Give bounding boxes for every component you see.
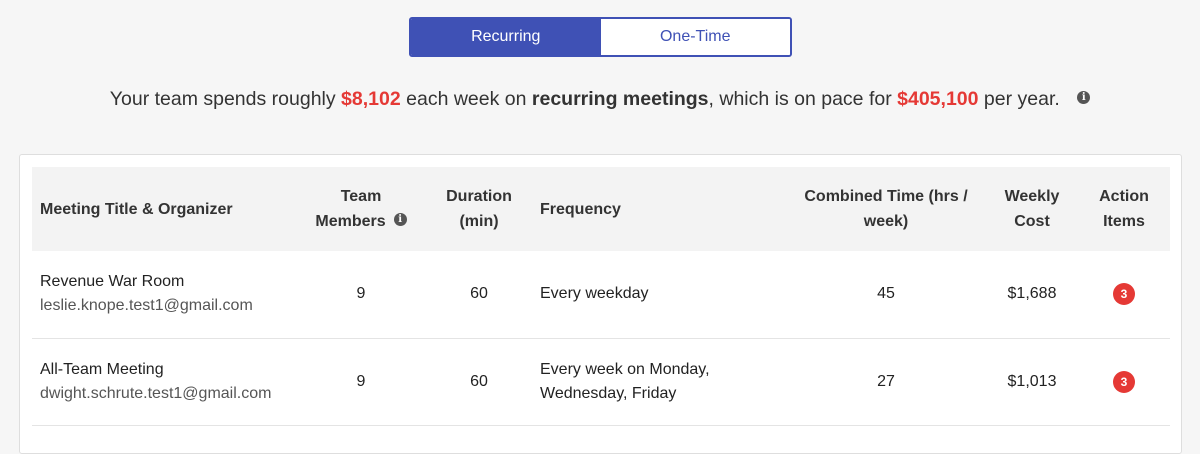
- organizer-email: dwight.schrute.test1@gmail.com: [40, 384, 272, 402]
- meetings-panel: Meeting Title & Organizer Team Members i …: [19, 154, 1182, 454]
- weekly-cost-value: $1,688: [1007, 285, 1057, 303]
- summary-middle-2: , which is on pace for: [708, 88, 892, 110]
- action-items-badge[interactable]: 3: [1113, 370, 1135, 393]
- meetings-table: Meeting Title & Organizer Team Members i …: [32, 167, 1170, 426]
- summary-suffix: per year.: [983, 88, 1060, 110]
- action-items-badge[interactable]: 3: [1113, 283, 1135, 306]
- action-items-cell: 3: [1078, 338, 1170, 425]
- header-frequency: Frequency: [540, 200, 621, 218]
- table-header-row: Meeting Title & Organizer Team Members i …: [32, 167, 1170, 251]
- meeting-title: Revenue War Room: [40, 273, 185, 291]
- weekly-cost-value: $1,013: [1007, 372, 1057, 390]
- meeting-type-toggle: Recurring One-Time: [409, 17, 792, 57]
- team-members-info-icon[interactable]: i: [393, 213, 407, 227]
- duration-value: 60: [470, 372, 488, 390]
- combined-time-value: 45: [877, 285, 895, 303]
- team-members-value: 9: [356, 372, 366, 390]
- header-duration: Duration (min): [422, 167, 536, 251]
- info-icon[interactable]: i: [1077, 91, 1091, 105]
- header-team-members-label: Team Members: [315, 188, 386, 230]
- frequency-text: Every week on Monday, Wednesday, Friday: [540, 360, 710, 402]
- meeting-title-cell: Revenue War Room leslie.knope.test1@gmai…: [32, 251, 300, 338]
- organizer-email: leslie.knope.test1@gmail.com: [40, 297, 253, 315]
- weekly-cost-total: $8,102: [341, 88, 401, 110]
- header-title-organizer: Meeting Title & Organizer: [40, 200, 233, 218]
- combined-time-value: 27: [877, 372, 895, 390]
- team-members-value: 9: [356, 285, 366, 303]
- summary-prefix: Your team spends roughly: [109, 88, 336, 110]
- meeting-title: All-Team Meeting: [40, 360, 164, 378]
- frequency-value: Every weekday: [540, 285, 649, 303]
- meeting-type-label: recurring meetings: [531, 88, 709, 110]
- action-items-cell: 3: [1078, 251, 1170, 338]
- header-weekly-cost: Weekly Cost: [986, 167, 1078, 251]
- header-combined-time-label: Combined Time (hrs / week): [804, 188, 968, 230]
- meeting-title-cell: All-Team Meeting dwight.schrute.test1@gm…: [32, 338, 300, 425]
- summary-middle: each week on: [406, 88, 527, 110]
- frequency-value: Every week on Monday, Wednesday, Friday: [536, 338, 786, 425]
- cost-summary: Your team spends roughly $8,102 each wee…: [0, 88, 1200, 111]
- header-action-items-label: Action Items: [1099, 188, 1149, 230]
- header-weekly-cost-label: Weekly Cost: [1004, 188, 1060, 230]
- yearly-cost-total: $405,100: [897, 88, 979, 110]
- recurring-tab[interactable]: Recurring: [411, 19, 601, 55]
- table-row[interactable]: Revenue War Room leslie.knope.test1@gmai…: [32, 251, 1170, 338]
- table-row[interactable]: All-Team Meeting dwight.schrute.test1@gm…: [32, 338, 1170, 425]
- header-duration-label: Duration (min): [446, 188, 512, 230]
- header-action-items: Action Items: [1078, 167, 1170, 251]
- duration-value: 60: [470, 285, 488, 303]
- header-team-members: Team Members i: [300, 167, 422, 251]
- header-combined-time: Combined Time (hrs / week): [786, 167, 986, 251]
- one-time-tab[interactable]: One-Time: [600, 19, 790, 55]
